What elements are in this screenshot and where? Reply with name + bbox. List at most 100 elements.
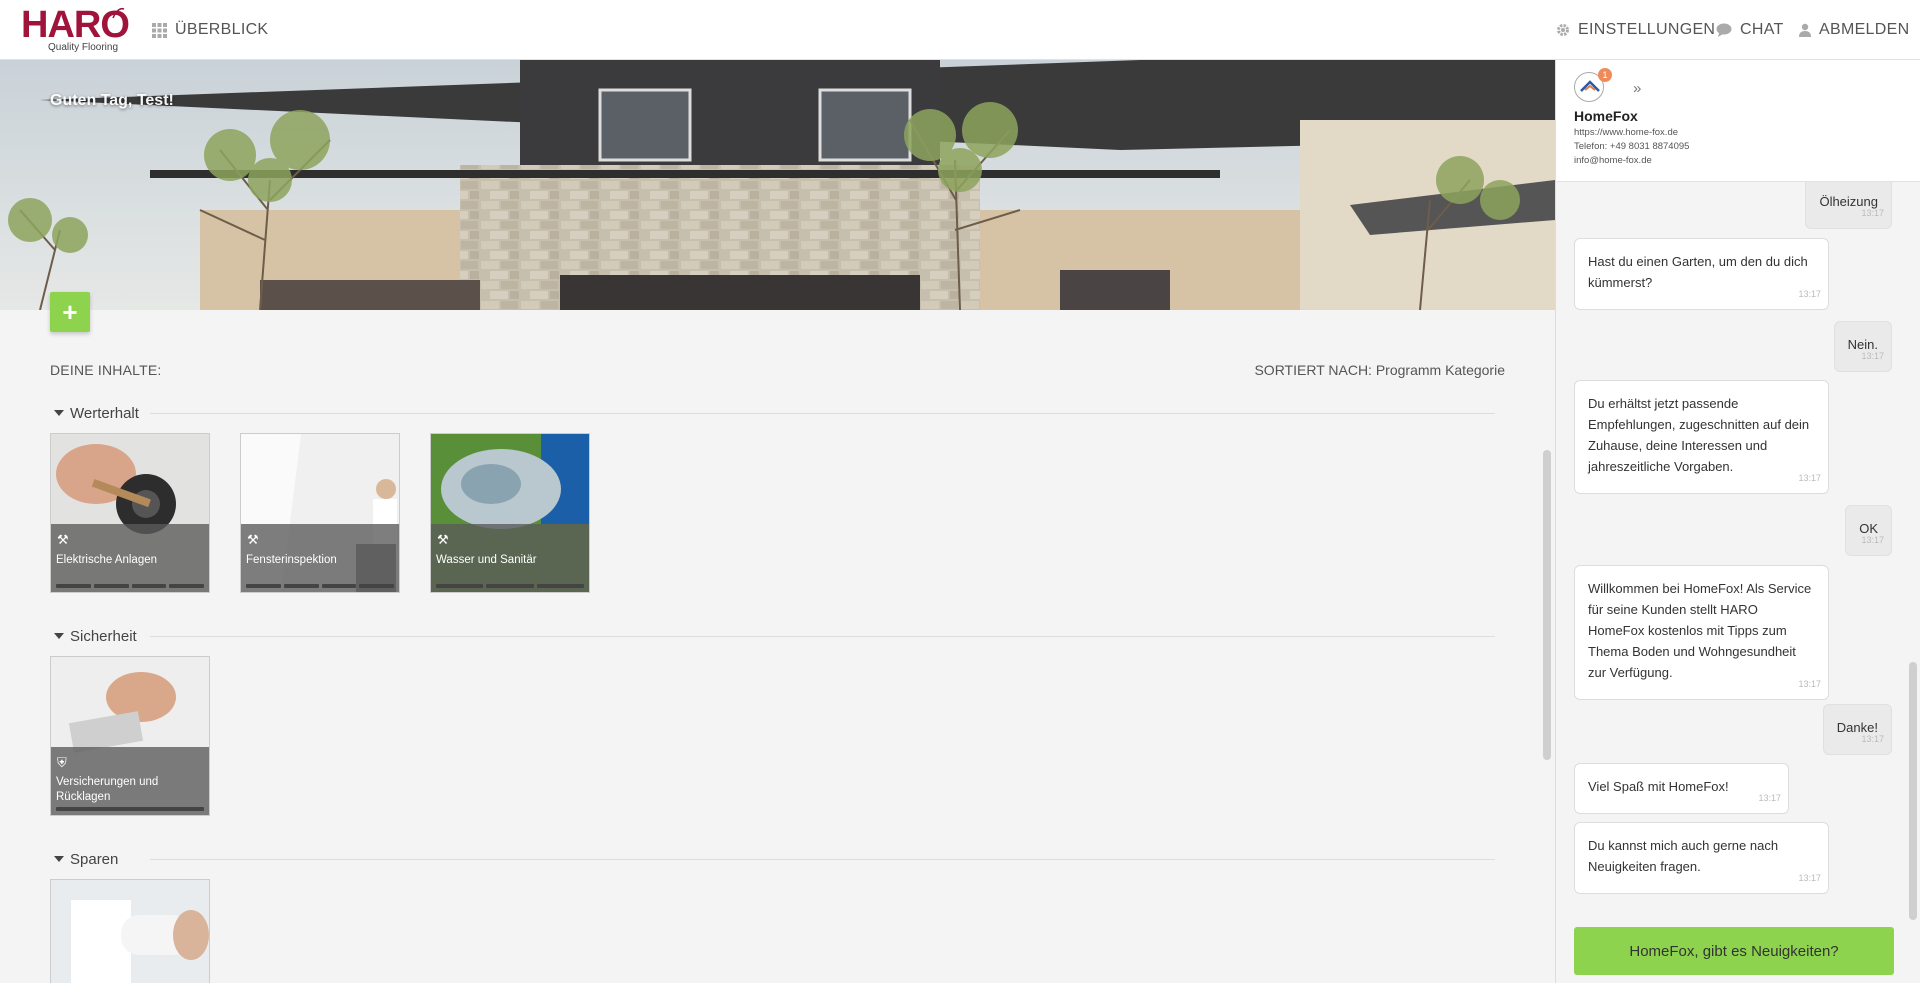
progress-bars bbox=[56, 807, 204, 811]
tile-fensterinspektion[interactable]: ⚒ Fensterinspektion bbox=[240, 433, 400, 593]
progress-segment bbox=[436, 584, 484, 588]
tile-sparen[interactable] bbox=[50, 879, 210, 983]
message-time: 13:17 bbox=[1758, 793, 1781, 803]
section-title: Werterhalt bbox=[70, 404, 139, 422]
nav-chat[interactable]: CHAT bbox=[1716, 0, 1784, 60]
tile-elektrische-anlagen[interactable]: ⚒ Elektrische Anlagen bbox=[50, 433, 210, 593]
message-time: 13:17 bbox=[1861, 535, 1884, 545]
progress-segment bbox=[169, 584, 204, 588]
message-outgoing: OK 13:17 bbox=[1845, 505, 1892, 556]
progress-segment bbox=[359, 584, 394, 588]
message-text: Hast du einen Garten, um den du dich küm… bbox=[1588, 254, 1808, 290]
message-text: Willkommen bei HomeFox! Als Service für … bbox=[1588, 581, 1812, 680]
partner-phone: Telefon: +49 8031 8874095 bbox=[1574, 141, 1690, 152]
nav-logout[interactable]: ABMELDEN bbox=[1799, 0, 1909, 60]
section-werterhalt: Werterhalt bbox=[50, 402, 1495, 424]
section-title: Sicherheit bbox=[70, 627, 137, 645]
partner-url[interactable]: https://www.home-fox.de bbox=[1574, 127, 1678, 138]
nav-overview[interactable]: ÜBERBLICK bbox=[152, 0, 268, 60]
message-incoming: Willkommen bei HomeFox! Als Service für … bbox=[1574, 565, 1829, 700]
message-incoming: Viel Spaß mit HomeFox! 13:17 bbox=[1574, 763, 1789, 814]
progress-segment bbox=[131, 584, 167, 588]
grid-icon bbox=[152, 22, 167, 38]
contents-heading: DEINE INHALTE: bbox=[50, 362, 162, 378]
section-sparen: Sparen bbox=[50, 848, 1495, 870]
logo-tagline: Quality Flooring bbox=[48, 42, 119, 53]
section-title: Sparen bbox=[70, 850, 119, 868]
message-time: 13:17 bbox=[1798, 473, 1821, 483]
message-time: 13:17 bbox=[1861, 734, 1884, 744]
shield-icon: ⛨ bbox=[57, 755, 67, 770]
progress-bars bbox=[246, 584, 394, 588]
message-incoming: Du kannst mich auch gerne nach Neuigkeit… bbox=[1574, 822, 1829, 894]
plus-icon: + bbox=[62, 296, 78, 327]
message-time: 13:17 bbox=[1861, 351, 1884, 361]
message-time: 13:17 bbox=[1861, 208, 1884, 218]
house-photo bbox=[0, 60, 1555, 310]
section-sicherheit: Sicherheit bbox=[50, 625, 1495, 647]
message-text: Du kannst mich auch gerne nach Neuigkeit… bbox=[1588, 838, 1779, 874]
wrench-icon: ⚒ bbox=[437, 532, 449, 547]
message-time: 13:17 bbox=[1798, 289, 1821, 299]
nav-settings[interactable]: EINSTELLUNGEN bbox=[1556, 0, 1715, 60]
haro-logo[interactable]: HARO Quality Flooring bbox=[21, 4, 130, 56]
message-text: Viel Spaß mit HomeFox! bbox=[1588, 779, 1729, 794]
main-scrollbar[interactable] bbox=[1543, 450, 1551, 760]
user-icon bbox=[1799, 23, 1811, 37]
section-divider bbox=[150, 636, 1495, 637]
progress-segment bbox=[56, 807, 204, 811]
tile-label: Versicherungen und Rücklagen bbox=[56, 776, 159, 803]
hero-banner: Guten Tag, Test! bbox=[0, 60, 1555, 310]
progress-bars bbox=[436, 584, 584, 588]
notification-badge: 1 bbox=[1598, 68, 1612, 82]
progress-segment bbox=[321, 584, 357, 588]
gear-icon bbox=[1557, 24, 1569, 36]
message-time: 13:17 bbox=[1798, 873, 1821, 883]
partner-email[interactable]: info@home-fox.de bbox=[1574, 155, 1652, 166]
main-content: Guten Tag, Test! + DEINE INHALTE: SORTIE… bbox=[0, 60, 1555, 983]
nav-chat-label: CHAT bbox=[1740, 21, 1784, 38]
caret-down-icon bbox=[54, 856, 64, 862]
progress-segment bbox=[246, 584, 281, 588]
tile-image bbox=[51, 880, 209, 983]
progress-bars bbox=[56, 584, 204, 588]
wrench-icon: ⚒ bbox=[247, 532, 259, 547]
message-outgoing: Ölheizung 13:17 bbox=[1805, 178, 1892, 229]
progress-segment bbox=[56, 584, 91, 588]
nav-logout-label: ABMELDEN bbox=[1819, 21, 1910, 38]
tile-label: Wasser und Sanitär bbox=[436, 554, 537, 566]
progress-segment bbox=[486, 584, 534, 588]
sort-prefix: SORTIERT NACH: bbox=[1254, 362, 1372, 378]
tile-wasser-und-sanitaer[interactable]: ⚒ Wasser und Sanitär bbox=[430, 433, 590, 593]
tile-versicherungen[interactable]: ⛨ Versicherungen und Rücklagen bbox=[50, 656, 210, 816]
section-divider bbox=[150, 413, 1495, 414]
progress-segment bbox=[283, 584, 319, 588]
nav-overview-label: ÜBERBLICK bbox=[175, 21, 269, 38]
nav-settings-label: EINSTELLUNGEN bbox=[1578, 21, 1716, 38]
progress-segment bbox=[536, 584, 584, 588]
chat-panel: 1 » HomeFox https://www.home-fox.de Tele… bbox=[1555, 60, 1920, 983]
collapse-chat-icon[interactable]: » bbox=[1633, 80, 1641, 97]
tile-label: Elektrische Anlagen bbox=[56, 554, 158, 566]
caret-down-icon bbox=[54, 410, 64, 416]
message-time: 13:17 bbox=[1798, 679, 1821, 689]
section-divider bbox=[150, 859, 1495, 860]
greeting-text: Guten Tag, Test! bbox=[50, 92, 174, 109]
news-request-button[interactable]: HomeFox, gibt es Neuigkeiten? bbox=[1574, 927, 1894, 975]
sort-value: Programm Kategorie bbox=[1375, 362, 1505, 378]
chat-scrollbar[interactable] bbox=[1909, 662, 1917, 920]
chat-bubble-icon bbox=[1716, 23, 1732, 37]
chat-header: 1 » HomeFox https://www.home-fox.de Tele… bbox=[1556, 60, 1920, 182]
logo-swoosh-icon bbox=[112, 7, 125, 19]
sort-control[interactable]: SORTIERT NACH: Programm Kategorie bbox=[1254, 362, 1505, 378]
message-outgoing: Nein. 13:17 bbox=[1833, 321, 1892, 372]
wrench-icon: ⚒ bbox=[57, 532, 69, 547]
chat-partner-name: HomeFox bbox=[1574, 108, 1638, 124]
tile-label: Fensterinspektion bbox=[246, 554, 337, 566]
message-incoming: Hast du einen Garten, um den du dich küm… bbox=[1574, 238, 1829, 310]
message-incoming: Du erhältst jetzt passende Empfehlungen,… bbox=[1574, 380, 1829, 494]
progress-segment bbox=[93, 584, 129, 588]
message-text: Du erhältst jetzt passende Empfehlungen,… bbox=[1588, 396, 1810, 474]
add-content-button[interactable]: + bbox=[50, 292, 90, 332]
caret-down-icon bbox=[54, 633, 64, 639]
